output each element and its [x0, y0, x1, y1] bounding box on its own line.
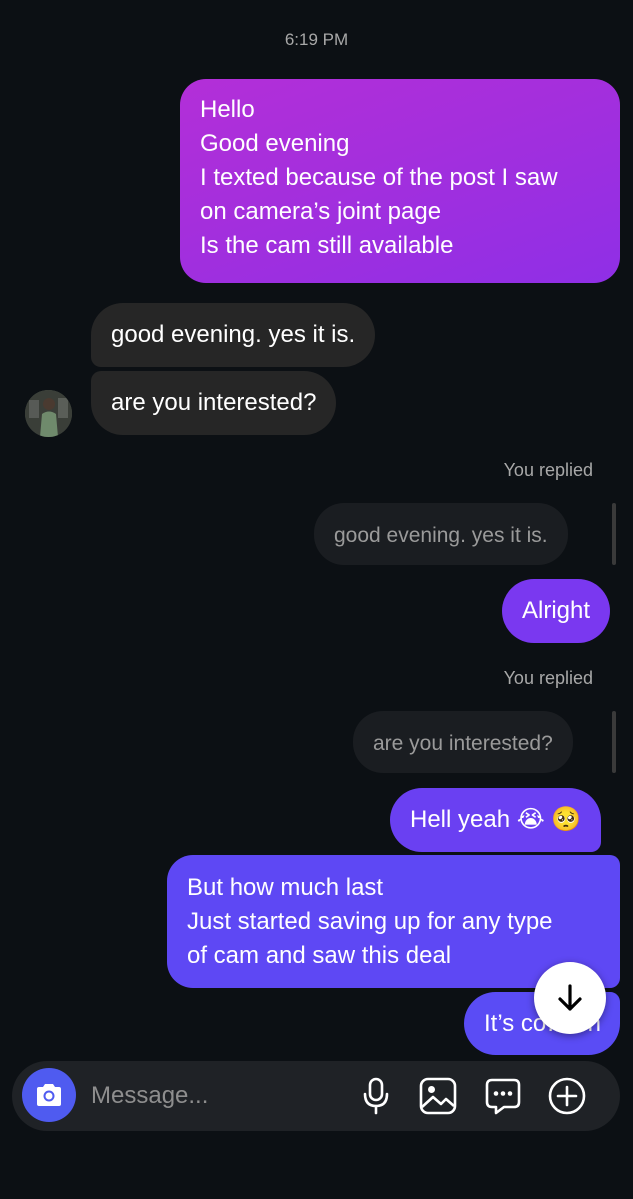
sticker-button[interactable] [483, 1076, 523, 1116]
message-text: good evening. yes it is. [111, 321, 356, 348]
quoted-text: are you interested? [373, 732, 553, 755]
sent-message-bubble[interactable]: Hello Good evening I texted because of t… [180, 79, 620, 283]
received-message-bubble[interactable]: good evening. yes it is. [91, 303, 376, 367]
message-line: Just started saving up for any type [187, 908, 553, 935]
camera-button[interactable] [22, 1068, 76, 1122]
quoted-message[interactable]: are you interested? [353, 711, 573, 773]
message-text: Hell yeah 😭 🥺 [410, 806, 582, 833]
you-replied-label: You replied [503, 460, 593, 480]
quote-indicator-bar [612, 711, 616, 773]
sent-message-bubble[interactable]: Alright [502, 579, 611, 643]
quote-indicator-bar [612, 503, 616, 565]
add-button[interactable] [547, 1076, 587, 1116]
message-line: I texted because of the post I saw [200, 164, 558, 191]
camera-icon [37, 1084, 61, 1106]
message-line: Good evening [200, 130, 350, 157]
message-line: Hello [200, 96, 255, 123]
message-input[interactable] [91, 1078, 341, 1114]
scroll-to-bottom-button[interactable] [534, 962, 606, 1034]
plus-icon [548, 1077, 586, 1115]
quoted-text: good evening. yes it is. [334, 524, 548, 547]
message-text: are you interested? [111, 389, 317, 416]
microphone-button[interactable] [356, 1076, 396, 1116]
you-replied-label: You replied [503, 668, 593, 688]
message-timestamp: 6:19 PM [284, 30, 349, 49]
sticker-icon [485, 1078, 521, 1115]
message-line: Is the cam still available [200, 232, 454, 259]
gallery-button[interactable] [418, 1076, 458, 1116]
sent-message-bubble[interactable]: Hell yeah 😭 🥺 [390, 788, 602, 852]
message-line: But how much last [187, 874, 384, 901]
avatar-image-icon [25, 390, 72, 437]
received-message-bubble[interactable]: are you interested? [91, 371, 337, 435]
arrow-down-icon [558, 984, 582, 1011]
quoted-message[interactable]: good evening. yes it is. [314, 503, 568, 565]
gallery-icon [419, 1077, 457, 1115]
message-line: on camera’s joint page [200, 198, 442, 225]
message-text: Alright [522, 597, 591, 624]
message-line: of cam and saw this deal [187, 942, 452, 969]
microphone-icon [363, 1077, 389, 1115]
sender-avatar[interactable] [25, 390, 72, 437]
